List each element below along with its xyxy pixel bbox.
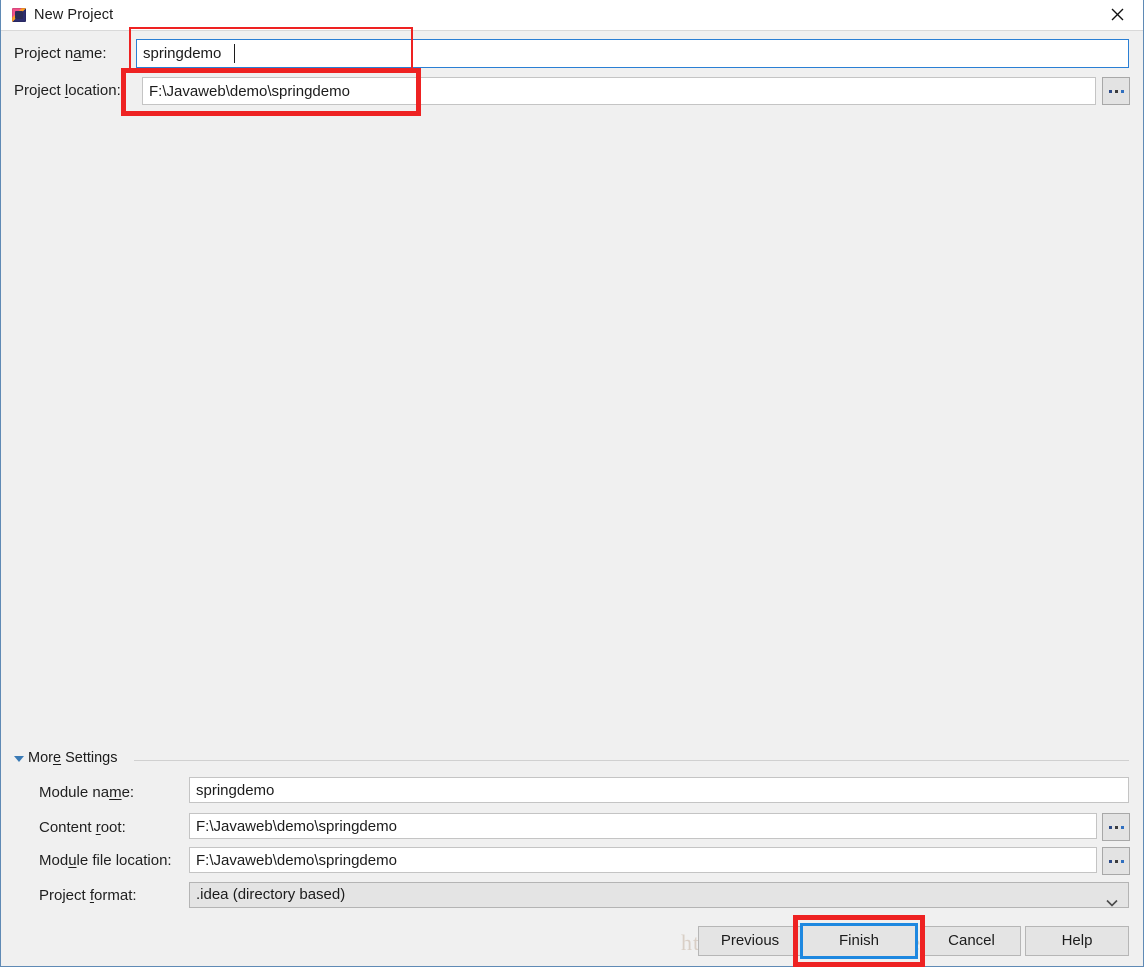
label-mnemonic: a (73, 45, 82, 62)
project-format-select[interactable]: .idea (directory based) (189, 882, 1129, 908)
dot (1114, 825, 1118, 829)
more-settings-section-header[interactable]: More Settings (14, 750, 1129, 770)
dot (1120, 89, 1124, 93)
content-root-label: Content root: (39, 819, 126, 836)
project-location-input[interactable] (142, 77, 1096, 105)
module-file-location-browse-button[interactable] (1102, 847, 1130, 875)
label-part: e: (121, 784, 135, 801)
cancel-button[interactable]: Cancel (922, 926, 1021, 956)
label-part: Project n (14, 45, 74, 62)
section-divider (134, 760, 1129, 761)
dot (1108, 825, 1112, 829)
module-file-location-input[interactable] (189, 847, 1097, 873)
label-part: Settings (61, 750, 118, 766)
chevron-down-icon (1106, 891, 1118, 915)
finish-button-label: Finish (838, 932, 879, 949)
previous-button[interactable]: Previous (698, 926, 802, 956)
dot (1108, 859, 1112, 863)
project-name-label: Project name: (14, 45, 107, 62)
project-location-label: Project location: (14, 82, 121, 99)
project-format-value: .idea (directory based) (196, 886, 346, 903)
intellij-idea-icon (12, 8, 26, 22)
label-part: oot: (100, 819, 126, 836)
label-part: Module na (39, 784, 110, 801)
content-root-input[interactable] (189, 813, 1097, 839)
window-title: New Project (34, 7, 114, 23)
label-part: Mod (39, 852, 69, 869)
label-part: Mor (28, 750, 53, 766)
dot (1120, 859, 1124, 863)
project-location-browse-button[interactable] (1102, 77, 1130, 105)
chevron-down-icon (14, 756, 24, 762)
label-part: ocation: (68, 82, 121, 99)
close-icon[interactable] (1095, 0, 1139, 29)
help-button[interactable]: Help (1025, 926, 1129, 956)
dot (1108, 89, 1112, 93)
dot (1120, 825, 1124, 829)
label-part: ormat: (94, 887, 137, 904)
label-mnemonic: e (52, 750, 62, 766)
module-name-label: Module name: (39, 784, 134, 801)
label-mnemonic: u (68, 852, 77, 869)
label-part: me: (81, 45, 107, 62)
label-part: Content (39, 819, 96, 836)
content-root-browse-button[interactable] (1102, 813, 1130, 841)
more-settings-label: More Settings (28, 750, 117, 766)
title-bar: New Project (1, 0, 1143, 31)
label-part: Project (14, 82, 65, 99)
dot (1114, 859, 1118, 863)
dot (1114, 89, 1118, 93)
module-file-location-label: Module file location: (39, 852, 172, 869)
project-format-label: Project format: (39, 887, 137, 904)
label-part: le file location: (76, 852, 172, 869)
label-part: Project (39, 887, 90, 904)
new-project-dialog: New Project Project name: Project locati… (0, 0, 1144, 967)
text-caret (234, 44, 235, 63)
finish-button[interactable]: Finish (800, 923, 918, 959)
module-name-input[interactable] (189, 777, 1129, 803)
project-name-input[interactable] (136, 39, 1129, 68)
label-mnemonic: m (109, 784, 122, 801)
